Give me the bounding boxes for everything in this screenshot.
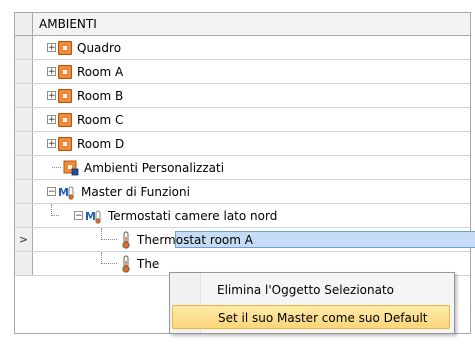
row-header[interactable] (15, 156, 33, 179)
orange-room-icon (58, 136, 72, 151)
grid-header-row: AMBIENTI (15, 13, 470, 36)
plus-box-icon[interactable]: + (47, 91, 56, 101)
tree-node-termostati[interactable]: − M Termostati camere lato nord (74, 204, 277, 227)
orange-room-icon (58, 112, 72, 127)
plus-box-icon[interactable]: + (47, 139, 56, 149)
tree-cell: + Room A (33, 60, 470, 83)
tree-cell: Thermostat room A (33, 228, 475, 251)
tree-row-thermostat-room-a[interactable]: > Thermostat room A (15, 228, 475, 252)
tree-node-label: Room B (77, 88, 124, 103)
tree-node-label: The (137, 256, 160, 271)
tree-node-thermostat-partial[interactable]: The (121, 252, 159, 275)
tree-cell: + Quadro (33, 36, 470, 59)
row-header[interactable] (15, 84, 33, 107)
tree-node-label: Termostati camere lato nord (108, 208, 278, 223)
context-menu: Elimina l'Oggetto Selezionato Set il suo… (169, 272, 455, 334)
tree-cell: − M Master di Funzioni (33, 180, 470, 203)
tree-row-master-di-funzioni[interactable]: − M Master di Funzioni (15, 180, 470, 204)
column-header-ambienti[interactable]: AMBIENTI (33, 13, 475, 35)
minus-box-icon[interactable]: − (74, 211, 83, 221)
orange-room-icon (58, 88, 72, 103)
tree-node-label: Quadro (77, 40, 122, 55)
tree-cell: + Room C (33, 108, 470, 131)
tree-cell: + Room B (33, 84, 470, 107)
plus-box-icon[interactable]: + (47, 43, 56, 53)
row-header[interactable] (15, 252, 33, 275)
menu-item-elimina-oggetto[interactable]: Elimina l'Oggetto Selezionato (172, 278, 450, 302)
custom-room-icon (63, 160, 79, 176)
svg-text:M: M (85, 210, 96, 223)
tree-connector (51, 215, 59, 216)
tree-node-thermostat-room-a[interactable]: Thermostat room A (121, 228, 253, 251)
tree-connector (101, 263, 117, 264)
tree-row-termostati[interactable]: − M Termostati camere lato nord (15, 204, 470, 228)
tree-node-room-a[interactable]: + Room A (47, 60, 123, 83)
master-function-icon: M (85, 208, 103, 224)
tree-node-master-di-funzioni[interactable]: − M Master di Funzioni (47, 180, 190, 203)
tree-node-label: Master di Funzioni (81, 184, 190, 199)
tree-row-room-c[interactable]: + Room C (15, 108, 470, 132)
master-function-icon: M (58, 184, 76, 200)
tree-connector (52, 167, 61, 168)
row-header[interactable] (15, 36, 33, 59)
orange-room-icon (58, 64, 72, 79)
tree-node-ambienti-personalizzati[interactable]: Ambienti Personalizzati (63, 156, 224, 179)
tree-node-label: Room A (77, 64, 124, 79)
tree-node-room-c[interactable]: + Room C (47, 108, 123, 131)
plus-box-icon[interactable]: + (47, 67, 56, 77)
current-row-indicator[interactable]: > (15, 228, 33, 251)
tree-cell: + Room D (33, 132, 470, 155)
tree-cell: Ambienti Personalizzati (33, 156, 470, 179)
header-corner (15, 13, 33, 35)
app-frame: AMBIENTI + Quadro + Room A + Room B + Ro… (0, 0, 475, 344)
tree-row-ambienti-personalizzati[interactable]: Ambienti Personalizzati (15, 156, 470, 180)
menu-item-set-master-default[interactable]: Set il suo Master come suo Default (172, 305, 450, 329)
tree-cell: − M Termostati camere lato nord (33, 204, 470, 227)
tree-row-room-d[interactable]: + Room D (15, 132, 470, 156)
row-header[interactable] (15, 204, 33, 227)
row-header[interactable] (15, 108, 33, 131)
tree-node-room-d[interactable]: + Room D (47, 132, 124, 155)
thermometer-icon (121, 231, 131, 249)
row-header[interactable] (15, 60, 33, 83)
tree-node-label: Thermostat room A (137, 232, 253, 247)
tree-row-quadro[interactable]: + Quadro (15, 36, 470, 60)
thermometer-icon (121, 255, 131, 273)
tree-node-label: Room D (77, 136, 125, 151)
tree-connector (101, 239, 117, 240)
row-header[interactable] (15, 132, 33, 155)
tree-node-label: Room C (77, 112, 124, 127)
tree-row-room-a[interactable]: + Room A (15, 60, 470, 84)
grid-rows: + Quadro + Room A + Room B + Room C + Ro… (15, 36, 475, 276)
tree-node-room-b[interactable]: + Room B (47, 84, 123, 107)
minus-box-icon[interactable]: − (47, 187, 56, 197)
orange-room-icon (58, 40, 72, 55)
tree-row-room-b[interactable]: + Room B (15, 84, 470, 108)
svg-text:M: M (58, 186, 69, 199)
tree-node-label: Ambienti Personalizzati (84, 160, 225, 175)
tree-node-quadro[interactable]: + Quadro (47, 36, 121, 59)
plus-box-icon[interactable]: + (47, 115, 56, 125)
row-header[interactable] (15, 180, 33, 203)
